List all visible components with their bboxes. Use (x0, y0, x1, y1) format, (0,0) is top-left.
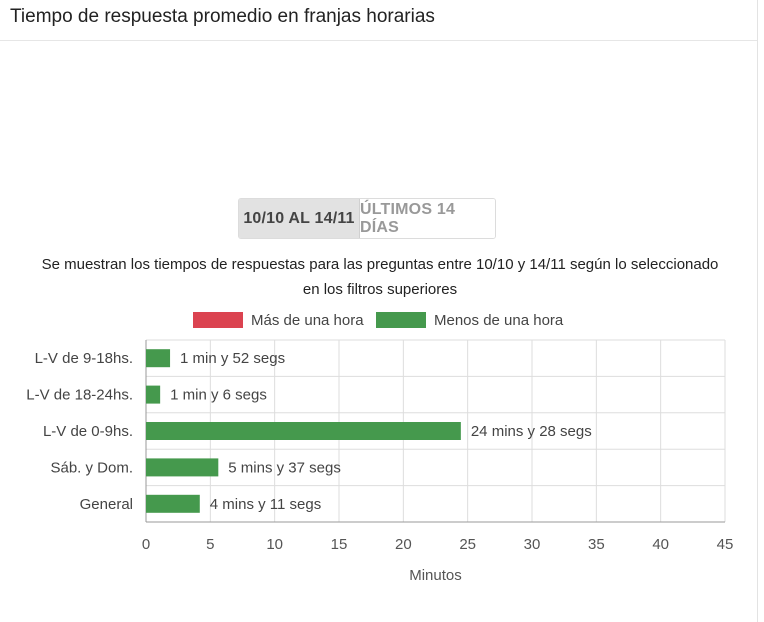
response-time-chart: Más de una hora Menos de una hora 0 5 10 15 20… (26, 312, 734, 584)
legend-swatch (376, 312, 426, 328)
x-tick-label: 0 (142, 536, 150, 553)
x-tick-label: 30 (524, 536, 541, 553)
legend-label: Menos de una hora (434, 312, 564, 329)
bar-less-than-hour (146, 349, 171, 368)
x-tick-label: 20 (395, 536, 412, 553)
bar-less-than-hour (146, 458, 219, 477)
x-tick-label: 40 (652, 536, 669, 553)
y-category-label: L-V de 9-18hs. (35, 350, 133, 367)
x-tick-label: 45 (717, 536, 734, 553)
date-range-toggle: 10/10 AL 14/11 ÚLTIMOS 14 DÍAS (238, 198, 496, 239)
y-category-label: L-V de 18-24hs. (26, 387, 133, 404)
chart-card: Tiempo de respuesta promedio en franjas … (0, 0, 758, 622)
bar-data-label: 4 mins y 11 segs (210, 496, 321, 513)
range-button-last-14-days[interactable]: ÚLTIMOS 14 DÍAS (360, 199, 495, 238)
chart-area: Más de una hora Menos de una hora 0 5 10 15 20… (0, 300, 757, 600)
x-tick-label: 10 (266, 536, 283, 553)
x-tick-label: 35 (588, 536, 605, 553)
bar-data-label: 5 mins y 37 segs (228, 459, 341, 476)
y-category-label: L-V de 0-9hs. (43, 423, 133, 440)
bar-less-than-hour (146, 385, 161, 404)
page-title: Tiempo de respuesta promedio en franjas … (10, 5, 435, 27)
bar-less-than-hour (146, 494, 200, 513)
legend-swatch (193, 312, 243, 328)
y-category-label: Sáb. y Dom. (50, 459, 133, 476)
legend-label: Más de una hora (251, 312, 364, 329)
chart-caption: Se muestran los tiempos de respuestas pa… (41, 256, 719, 298)
bar-less-than-hour (146, 422, 461, 440)
bar-data-label: 1 min y 52 segs (180, 350, 285, 367)
bar-data-label: 24 mins y 28 segs (471, 423, 592, 440)
bar-data-label: 1 min y 6 segs (170, 387, 267, 404)
x-tick-label: 15 (331, 536, 348, 553)
range-button-custom[interactable]: 10/10 AL 14/11 (239, 199, 360, 238)
y-category-label: General (80, 496, 133, 513)
x-tick-label: 25 (459, 536, 476, 553)
card-header: Tiempo de respuesta promedio en franjas … (0, 0, 757, 41)
x-axis-title: Minutos (409, 567, 462, 584)
x-tick-label: 5 (206, 536, 214, 553)
